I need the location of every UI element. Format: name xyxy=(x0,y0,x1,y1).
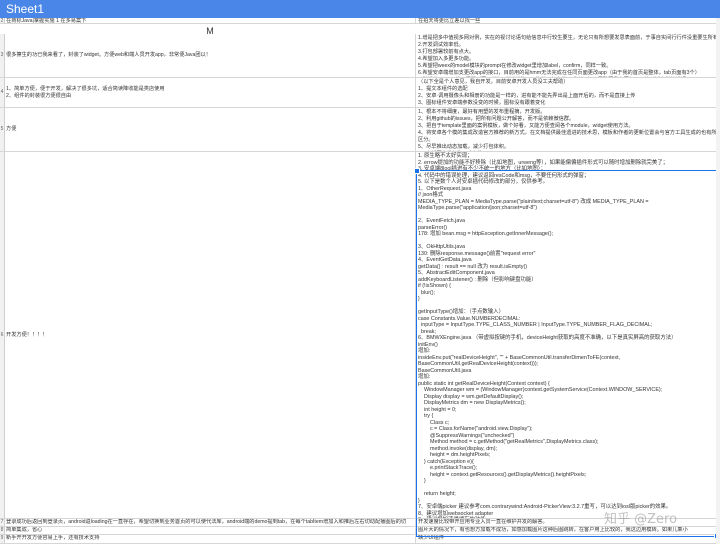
table-row: 8 简单集成，省心 图片大的情况下，有也想方加载不成功，如感加载图片这种后图跳转… xyxy=(0,527,720,535)
table-cell[interactable]: 1.增是把多中值视多网对例，实在的视讨论语句给信息中行较生要生，无论只有所想要发… xyxy=(416,34,720,77)
cell-text: 开发方便！！！！ xyxy=(6,331,48,338)
selection-handle-top[interactable] xyxy=(414,168,420,174)
table-cell[interactable]: 图片大的情况下，有也想方加载不成功，如感加载图片这种后图跳转，在客户用上比较的，… xyxy=(416,527,720,534)
table-cell[interactable]: （以下全是个人意见，我自开发，目前安卓开发人员没工夫帮助） 1、提文本组件的选配… xyxy=(416,78,720,107)
table-cell[interactable]: 1、根本不将细度，最好有用塑的发布重程摘，开发版。 2、利用github的iss… xyxy=(416,108,720,151)
cell-text: 1、简单方便，便于开发，解决了很多坑，适合简读降收能是类店使用 2、组件的封装很… xyxy=(6,85,165,99)
table-cell[interactable]: 缺少UI组件 xyxy=(416,535,720,543)
table-row: 4 1、简单方便，便于开发，解决了很多坑，适合简读降收能是类店使用 2、组件的封… xyxy=(0,78,720,108)
table-cell[interactable]: 在商标Java|掌握实施 1 在多易案下 xyxy=(4,18,416,23)
cell-text: 方便 xyxy=(6,126,17,132)
table-cell[interactable]: 登录成功后返回到登录页，android返loading在一直存在，希望切换到业务… xyxy=(4,519,416,526)
table-row: 6 开发方便！！！！ 1. 原生略不太好实现； 2. errow提加的功能不好移… xyxy=(0,152,720,519)
table-cell[interactable]: 方便 xyxy=(4,108,416,151)
sheet-header: Sheet1 xyxy=(0,0,720,18)
table-cell[interactable]: 简单集成，省心 xyxy=(4,527,416,534)
table-cell[interactable]: 开发方便！！！！ xyxy=(4,152,416,518)
sheet-title[interactable]: Sheet1 xyxy=(6,1,44,17)
table-row: 5 方便 1、根本不将细度，最好有用塑的发布重程摘，开发版。 2、利用githu… xyxy=(0,108,720,152)
table-cell[interactable]: 1. 原生略不太好实现； 2. errow提加的功能不好移除（比如地图，urwe… xyxy=(416,152,720,518)
table-cell[interactable]: 1、简单方便，便于开发，解决了很多坑，适合简读降收能是类店使用 2、组件的封装很… xyxy=(4,78,416,107)
table-cell[interactable]: 很多擦生的功已我来看了，封装了widget。方便web和端人员开发app，非常便… xyxy=(4,34,416,77)
table-row: 3 很多擦生的功已我来看了，封装了widget。方便web和端人员开发app，非… xyxy=(0,34,720,78)
table-row: 9 新手开开发方便容易上手，还有技术支持 缺少UI组件 xyxy=(0,535,720,544)
table-cell[interactable]: 新手开开发方便容易上手，还有技术支持 xyxy=(4,535,416,543)
watermark: 知乎 @Zero xyxy=(604,512,678,527)
spreadsheet-grid[interactable]: 2 在商标Java|掌握实施 1 在多易案下 在拍天将更比立差以找一些 M 3 … xyxy=(0,18,720,544)
table-cell[interactable]: 在拍天将更比立差以找一些 xyxy=(416,18,720,23)
table-row: 2 在商标Java|掌握实施 1 在多易案下 在拍天将更比立差以找一些 xyxy=(0,18,720,24)
cell-text: 很多擦生的功已我来看了，封装了widget。方便web和端人员开发app，非常便… xyxy=(6,52,211,58)
vertical-scrollbar[interactable] xyxy=(716,18,720,544)
